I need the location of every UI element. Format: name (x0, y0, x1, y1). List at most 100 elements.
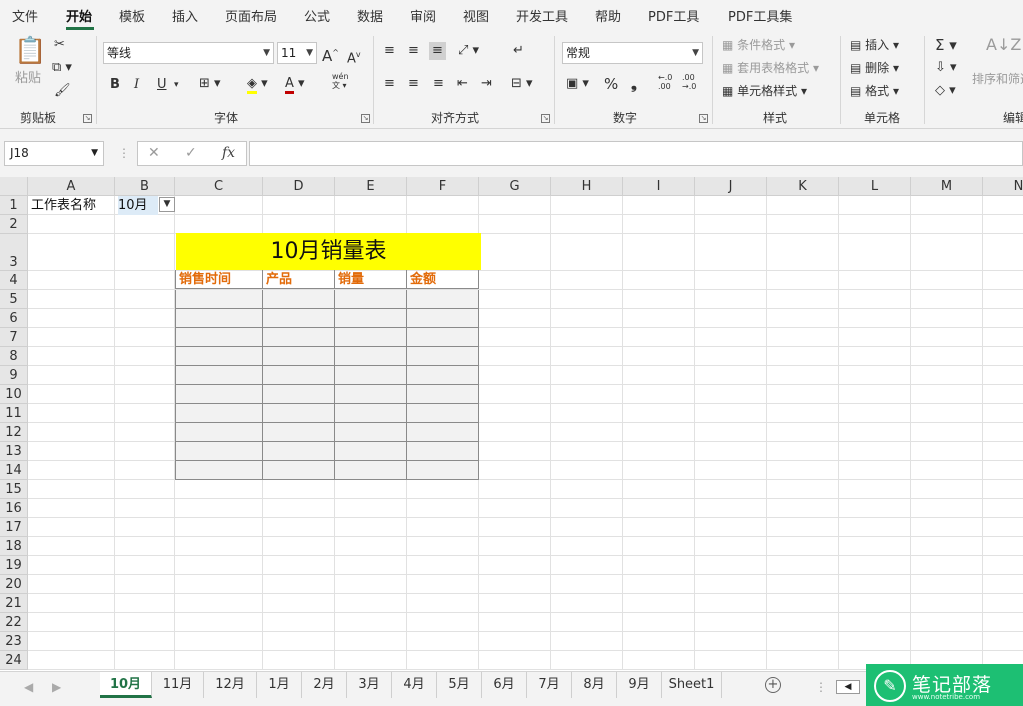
sort-filter-icon[interactable]: A↓Z (986, 36, 1021, 54)
cell-j17[interactable] (695, 518, 767, 537)
format-cells-button[interactable]: ▤ 格式 ▾ (850, 82, 899, 100)
cell-b6[interactable] (115, 309, 175, 328)
cell-g17[interactable] (479, 518, 551, 537)
cell-j24[interactable] (695, 651, 767, 670)
table-data-cell[interactable] (175, 328, 263, 347)
cell-h4[interactable] (551, 271, 623, 290)
cell-l4[interactable] (839, 271, 911, 290)
cell-h16[interactable] (551, 499, 623, 518)
clear-icon[interactable]: ◇ ▾ (935, 82, 956, 100)
cell-a6[interactable] (28, 309, 115, 328)
cell-j18[interactable] (695, 537, 767, 556)
merge-center-icon[interactable]: ⊟ ▾ (511, 75, 533, 93)
sheet-tab[interactable]: 5月 (437, 672, 482, 698)
cell-i13[interactable] (623, 442, 695, 461)
row-header-10[interactable]: 10 (0, 385, 28, 404)
row-header-8[interactable]: 8 (0, 347, 28, 366)
cell-b2[interactable] (115, 215, 175, 234)
cell-a14[interactable] (28, 461, 115, 480)
cell-j21[interactable] (695, 594, 767, 613)
cell-j4[interactable] (695, 271, 767, 290)
cell-g8[interactable] (479, 347, 551, 366)
row-header-16[interactable]: 16 (0, 499, 28, 518)
cell-g24[interactable] (479, 651, 551, 670)
cell-g15[interactable] (479, 480, 551, 499)
next-sheet-icon[interactable]: ▶ (52, 680, 61, 694)
cell-j6[interactable] (695, 309, 767, 328)
column-header-a[interactable]: A (28, 177, 115, 196)
paste-button[interactable]: 粘贴 (15, 70, 41, 88)
cell-k8[interactable] (767, 347, 839, 366)
table-data-cell[interactable] (263, 404, 335, 423)
cell-l15[interactable] (839, 480, 911, 499)
table-data-cell[interactable] (263, 328, 335, 347)
table-data-cell[interactable] (175, 290, 263, 309)
table-data-cell[interactable] (335, 385, 407, 404)
cell-a18[interactable] (28, 537, 115, 556)
cell-i20[interactable] (623, 575, 695, 594)
align-top-icon[interactable]: ≡ (384, 42, 395, 60)
cell-l8[interactable] (839, 347, 911, 366)
cell-k12[interactable] (767, 423, 839, 442)
tab-page-layout[interactable]: 页面布局 (225, 6, 277, 25)
cell-f16[interactable] (407, 499, 479, 518)
cell-a2[interactable] (28, 215, 115, 234)
font-size-select[interactable]: 11 ▼ (277, 42, 317, 64)
sheet-tab[interactable]: 4月 (392, 672, 437, 698)
cell-i6[interactable] (623, 309, 695, 328)
cell-b17[interactable] (115, 518, 175, 537)
number-launcher-icon[interactable]: ↘ (699, 114, 708, 123)
cell-l13[interactable] (839, 442, 911, 461)
cell-n12[interactable] (983, 423, 1023, 442)
cell-b12[interactable] (115, 423, 175, 442)
increase-indent-icon[interactable]: ⇥ (481, 75, 492, 93)
column-header-i[interactable]: I (623, 177, 695, 196)
cell-i9[interactable] (623, 366, 695, 385)
autosum-icon[interactable]: Σ ▾ (935, 36, 957, 54)
column-header-l[interactable]: L (839, 177, 911, 196)
cell-k21[interactable] (767, 594, 839, 613)
table-data-cell[interactable] (175, 442, 263, 461)
row-header-15[interactable]: 15 (0, 480, 28, 499)
cell-n6[interactable] (983, 309, 1023, 328)
cell-d17[interactable] (263, 518, 335, 537)
cell-h12[interactable] (551, 423, 623, 442)
cell-k19[interactable] (767, 556, 839, 575)
sheet-tab[interactable]: 3月 (347, 672, 392, 698)
cell-i14[interactable] (623, 461, 695, 480)
table-data-cell[interactable] (407, 461, 479, 480)
cell-j8[interactable] (695, 347, 767, 366)
cell-h11[interactable] (551, 404, 623, 423)
cancel-icon[interactable]: ✕ (148, 145, 160, 161)
cell-i19[interactable] (623, 556, 695, 575)
cell-k20[interactable] (767, 575, 839, 594)
align-center-icon[interactable]: ≡ (408, 75, 419, 93)
cell-l22[interactable] (839, 613, 911, 632)
cell-k6[interactable] (767, 309, 839, 328)
cell-m7[interactable] (911, 328, 983, 347)
cell-m18[interactable] (911, 537, 983, 556)
cell-e20[interactable] (335, 575, 407, 594)
cell-m5[interactable] (911, 290, 983, 309)
table-data-cell[interactable] (175, 366, 263, 385)
cell-b7[interactable] (115, 328, 175, 347)
tab-formulas[interactable]: 公式 (304, 6, 330, 25)
cell-i23[interactable] (623, 632, 695, 651)
cell-n3[interactable] (983, 234, 1023, 271)
cell-k1[interactable] (767, 196, 839, 215)
cell-d18[interactable] (263, 537, 335, 556)
cell-a5[interactable] (28, 290, 115, 309)
cell-a15[interactable] (28, 480, 115, 499)
row-header-12[interactable]: 12 (0, 423, 28, 442)
table-data-cell[interactable] (335, 423, 407, 442)
format-painter-icon[interactable]: 🖌 (54, 82, 71, 100)
cell-m15[interactable] (911, 480, 983, 499)
table-data-cell[interactable] (175, 309, 263, 328)
cell-c21[interactable] (175, 594, 263, 613)
sort-filter-button[interactable]: 排序和筛选 (972, 70, 1023, 88)
cell-h15[interactable] (551, 480, 623, 499)
cell-i18[interactable] (623, 537, 695, 556)
table-data-cell[interactable] (407, 385, 479, 404)
cell-g5[interactable] (479, 290, 551, 309)
cell-b19[interactable] (115, 556, 175, 575)
